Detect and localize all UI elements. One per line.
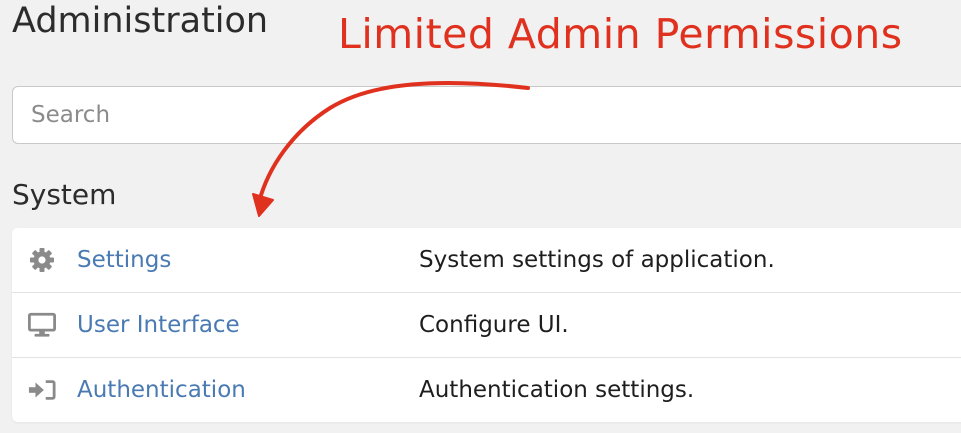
monitor-icon	[28, 312, 56, 338]
authentication-link[interactable]: Authentication	[77, 374, 246, 406]
list-item-settings: Settings System settings of application.	[12, 228, 961, 293]
sign-in-icon	[28, 377, 56, 403]
page-title: Administration	[12, 1, 269, 41]
settings-description: System settings of application.	[419, 247, 775, 273]
annotation-label: Limited Admin Permissions	[338, 10, 903, 58]
list-item-authentication: Authentication Authentication settings.	[12, 358, 961, 422]
user-interface-link[interactable]: User Interface	[77, 309, 240, 341]
settings-link[interactable]: Settings	[77, 244, 171, 276]
admin-list: Settings System settings of application.…	[12, 228, 961, 422]
search-input[interactable]	[13, 87, 961, 143]
authentication-description: Authentication settings.	[419, 377, 695, 403]
list-item-user-interface: User Interface Configure UI.	[12, 293, 961, 358]
user-interface-description: Configure UI.	[419, 312, 569, 338]
gear-icon	[28, 247, 56, 273]
section-title-system: System	[12, 178, 117, 211]
search-box	[12, 86, 961, 144]
